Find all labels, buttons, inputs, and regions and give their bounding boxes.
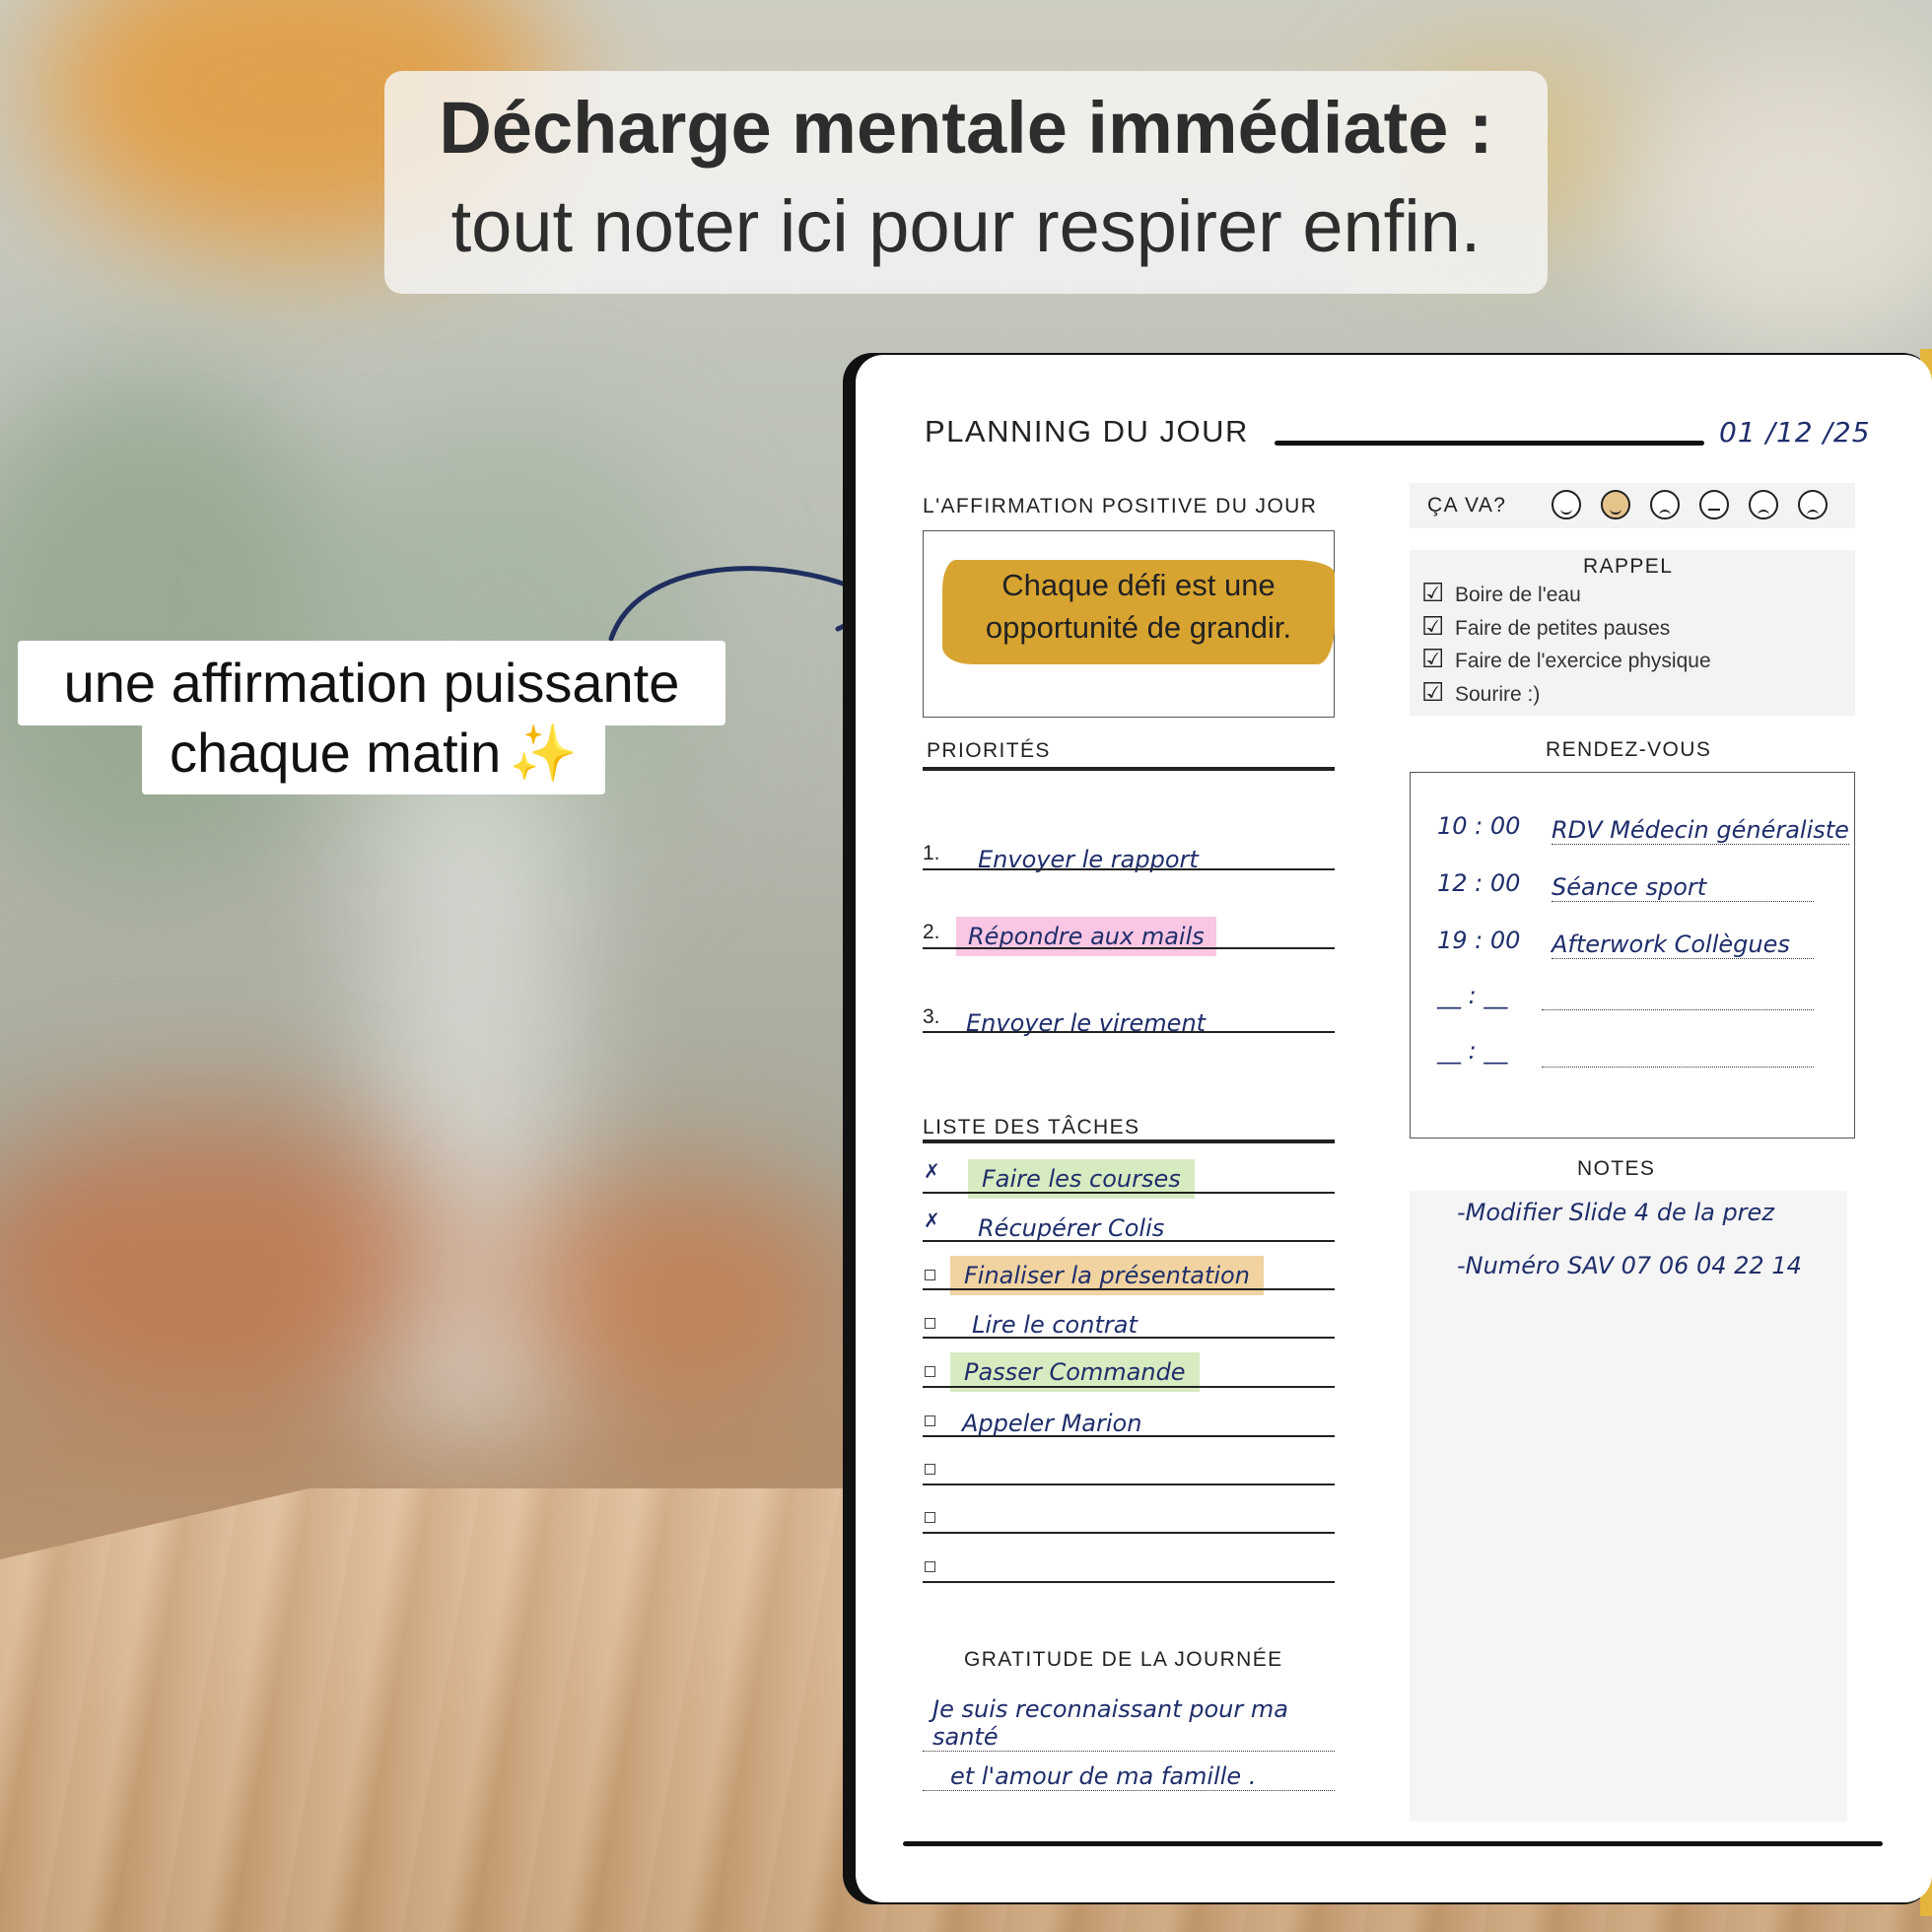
sparkles-icon: ✨ [509, 722, 578, 784]
title-rule [1275, 441, 1704, 446]
task-line [923, 1337, 1335, 1339]
appointment-text[interactable]: Afterwork Collègues [1552, 931, 1814, 959]
reminder-item: Boire de l'eau [1455, 584, 1581, 606]
weary-face-icon[interactable] [1798, 490, 1828, 519]
callout-text-1: une affirmation puissante [63, 652, 680, 714]
task-line [923, 1240, 1335, 1242]
notes-panel[interactable] [1410, 1191, 1847, 1822]
pensive-face-icon[interactable] [1650, 490, 1680, 519]
gratitude-line[interactable]: Je suis reconnaissant pour ma santé [923, 1695, 1335, 1752]
neutral-face-icon[interactable] [1699, 490, 1729, 519]
priority-line [923, 1031, 1335, 1033]
affirmation-text: Chaque défi est une opportunité de grand… [985, 568, 1292, 645]
task-item[interactable]: Récupérer Colis [978, 1214, 1164, 1242]
counter-blur-right [493, 1163, 848, 1400]
task-line [923, 1484, 1335, 1485]
appointment-blank-line[interactable] [1542, 1067, 1814, 1068]
appointment-blank-line[interactable] [1542, 1009, 1814, 1010]
task-line [923, 1532, 1335, 1534]
appointment-time[interactable]: 10 : 00 [1437, 812, 1520, 840]
task-checkbox[interactable] [925, 1318, 935, 1329]
task-checkbox[interactable] [925, 1270, 935, 1280]
task-line [923, 1288, 1335, 1290]
checkmark-icon: ☑ [1421, 677, 1445, 707]
appointment-time[interactable]: 12 : 00 [1437, 869, 1520, 897]
headline-line-1: Décharge mentale immédiate : [439, 87, 1493, 169]
affirmation-label: L'AFFIRMATION POSITIVE DU JOUR [923, 495, 1318, 518]
task-line [923, 1386, 1335, 1388]
task-checkbox[interactable] [925, 1512, 935, 1523]
appointment-text[interactable]: RDV Médecin généraliste [1552, 816, 1849, 845]
task-item[interactable]: Appeler Marion [962, 1410, 1141, 1437]
task-checkbox[interactable] [925, 1415, 935, 1426]
priority-number: 2. [923, 921, 940, 943]
checkmark-icon: ☑ [1421, 644, 1445, 673]
priority-number: 3. [923, 1005, 940, 1028]
task-line [923, 1192, 1335, 1194]
reminder-item: Faire de petites pauses [1455, 617, 1671, 640]
appointment-time[interactable]: __ : __ [1437, 1037, 1507, 1065]
tasks-rule [923, 1139, 1335, 1143]
priorities-label: PRIORITÉS [927, 739, 1051, 762]
gratitude-line[interactable]: et l'amour de ma famille . [923, 1762, 1335, 1791]
priorities-rule [923, 767, 1335, 771]
priority-line [923, 868, 1335, 870]
grinning-face-icon[interactable] [1552, 490, 1581, 519]
planner-date[interactable]: 01 /12 /25 [1719, 416, 1871, 448]
appointments-label: RENDEZ-VOUS [1546, 738, 1712, 761]
bottom-rule [903, 1841, 1883, 1846]
task-checked-icon[interactable]: ✗ [924, 1208, 940, 1233]
checkmark-icon: ☑ [1421, 611, 1445, 641]
notes-label: NOTES [1577, 1157, 1656, 1180]
task-checkbox[interactable] [925, 1561, 935, 1572]
gratitude-label: GRATITUDE DE LA JOURNÉE [964, 1648, 1283, 1671]
appointment-text[interactable]: Séance sport [1552, 873, 1814, 902]
callout-line-2: chaque matin ✨ [142, 712, 605, 794]
reminder-label: RAPPEL [1583, 555, 1674, 578]
checkmark-icon: ☑ [1421, 578, 1445, 607]
priority-item[interactable]: Répondre aux mails [956, 917, 1216, 956]
daily-planner-page: PLANNING DU JOUR 01 /12 /25 L'AFFIRMATIO… [856, 355, 1932, 1902]
mood-label: ÇA VA? [1427, 494, 1507, 517]
reminder-item: Sourire :) [1455, 683, 1541, 706]
reminder-item: Faire de l'exercice physique [1455, 650, 1711, 672]
task-line [923, 1435, 1335, 1437]
task-checked-icon[interactable]: ✗ [924, 1159, 940, 1184]
smiling-face-icon[interactable] [1601, 490, 1630, 519]
headline-line-2: tout noter ici pour respirer enfin. [450, 185, 1482, 267]
task-checkbox[interactable] [925, 1366, 935, 1377]
priority-number: 1. [923, 842, 940, 864]
appointment-time[interactable]: 19 : 00 [1437, 927, 1520, 954]
task-line [923, 1581, 1335, 1583]
note-line[interactable]: -Modifier Slide 4 de la prez [1457, 1199, 1774, 1226]
callout-text-2: chaque matin [170, 722, 502, 784]
headline-banner: Décharge mentale immédiate : tout noter … [384, 71, 1548, 294]
note-line[interactable]: -Numéro SAV 07 06 04 22 14 [1457, 1252, 1802, 1279]
tired-face-icon[interactable] [1749, 490, 1778, 519]
planner-title: PLANNING DU JOUR [925, 414, 1249, 448]
task-checkbox[interactable] [925, 1464, 935, 1475]
tasks-label: LISTE DES TÂCHES [923, 1116, 1140, 1138]
task-item[interactable]: Lire le contrat [972, 1311, 1138, 1339]
priority-line [923, 947, 1335, 949]
appointment-time[interactable]: __ : __ [1437, 982, 1507, 1009]
